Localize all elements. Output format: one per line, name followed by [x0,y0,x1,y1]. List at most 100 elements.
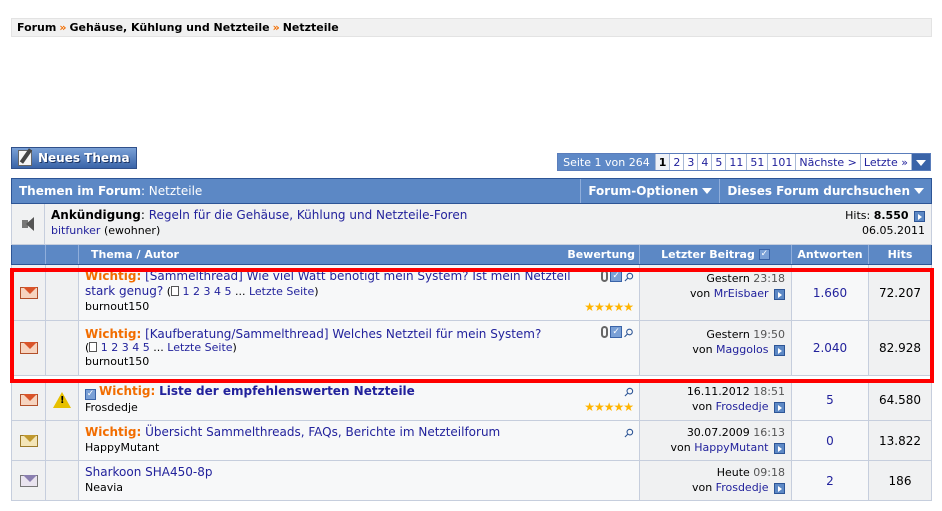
rating-stars: ★★★★★ [584,300,634,314]
last-post-user[interactable]: Frosdedje [716,481,769,494]
column-last-post[interactable]: Letzter Beitrag [661,248,755,261]
breadcrumb: Forum» Gehäuse, Kühlung und Netzteile» Net… [11,18,932,37]
thread-author[interactable]: HappyMutant [85,440,633,455]
thread-author[interactable]: burnout150 [85,299,633,314]
breadcrumb-separator: » [59,21,67,34]
thread-row: Wichtig: [Kaufberatung/Sammelthread] Wel… [11,321,932,376]
page-link[interactable]: 3 [683,154,697,170]
chevron-down-icon [914,188,924,194]
last-page-link[interactable]: Letzte » [859,154,911,170]
last-post-time: 16:13 [753,426,785,439]
announcement-author-suffix: (ewohner) [103,224,161,237]
hits-count: 82.928 [879,341,921,355]
hot-thread-icon [19,342,38,354]
rating-stars: ★★★★★ [584,400,634,414]
hot-thread-icon [19,286,38,299]
thread-last-page-link[interactable]: Letzte Seite [167,341,232,354]
thread-title-link[interactable]: [Kaufberatung/Sammelthread] Welches Netz… [145,327,541,341]
thread-table: Themen im Forum: Netzteile Forum-Optione… [11,178,932,501]
forum-header: Themen im Forum: Netzteile Forum-Optione… [11,178,932,204]
thread-row: Sharkoon SHA450-8p Neavia Heute 09:18 vo… [11,461,932,501]
last-post-day: 16.11.2012 [686,385,750,398]
column-rating[interactable]: Bewertung [567,248,635,261]
thread-last-page-link[interactable]: Letzte Seite [249,285,314,298]
replies-count[interactable]: 5 [826,393,834,407]
thread-author[interactable]: Neavia [85,480,633,495]
last-post-user[interactable]: HappyMutant [694,441,768,454]
column-replies[interactable]: Antworten [797,248,862,261]
announcement-date: 06.05.2011 [862,224,925,237]
sticky-prefix: Wichtig: [99,384,156,398]
attachment-icon [601,326,609,338]
breadcrumb-forum[interactable]: Forum [17,21,56,34]
multipage-icon [89,342,98,352]
thread-row: Wichtig: Übersicht Sammelthreads, FAQs, … [11,421,932,461]
replies-count[interactable]: 0 [826,434,834,448]
thread-author[interactable]: Frosdedje [85,400,633,415]
column-headers: Thema / Autor Bewertung Letzter Beitrag ✓… [11,245,932,265]
page-count-label: Seite 1 von 264 [558,154,655,170]
last-post-day: Heute [716,466,750,479]
replies-count[interactable]: 2.040 [813,341,847,355]
pagination: Seite 1 von 264 1 2 3 4 5 11 51 101 Näch… [557,153,931,171]
thread-title-link[interactable]: Übersicht Sammelthreads, FAQs, Berichte … [145,425,500,439]
page-link[interactable]: 101 [767,154,795,170]
megaphone-icon [20,216,36,232]
pager-dropdown-icon[interactable] [911,154,930,170]
thread-page-links[interactable]: 1 2 3 4 5 [183,285,232,298]
sticky-prefix: Wichtig: [85,269,142,283]
sort-check-icon[interactable]: ✓ [758,249,770,260]
hot-thread-icon [19,394,38,406]
last-post-user[interactable]: Frosdedje [716,400,769,413]
go-to-last-post-icon[interactable] [774,401,785,413]
go-to-last-post-icon[interactable] [774,442,785,454]
column-hits[interactable]: Hits [888,248,913,261]
page-link[interactable]: 2 [669,154,683,170]
thread-author[interactable]: burnout150 [85,355,633,369]
envelope-icon [19,474,38,487]
page-link[interactable]: 51 [746,154,767,170]
chevron-down-icon [702,188,713,194]
multipage-icon [171,286,180,296]
last-post-day: 30.07.2009 [686,426,750,439]
announcement-author[interactable]: bitfunker [51,224,100,237]
breadcrumb-current: Netzteile [282,21,339,34]
announcement-link[interactable]: Regeln für die Gehäuse, Kühlung und Netz… [149,208,468,222]
thread-title-link[interactable]: Liste der empfehlenswerten Netzteile [159,384,415,398]
warning-icon: ! [53,392,71,408]
page-link[interactable]: 4 [697,154,711,170]
hits-label: Hits: [845,209,871,222]
thread-row: ! ✓ Wichtig: Liste der empfehlenswerten N… [11,380,932,421]
page-link-current: 1 [654,154,670,170]
thread-page-links[interactable]: 1 2 3 4 5 [101,341,150,354]
go-to-last-post-icon[interactable] [774,482,785,494]
forum-search-menu[interactable]: Dieses Forum durchsuchen [719,179,931,203]
breadcrumb-separator: » [272,21,280,34]
locked-thread-icon [19,434,38,447]
thread-title-link[interactable]: Sharkoon SHA450-8p [85,465,212,479]
forum-options-menu[interactable]: Forum-Optionen [580,179,719,203]
go-to-last-post-icon[interactable] [774,288,785,300]
go-to-announcement-icon[interactable] [914,210,925,222]
thread-title-link[interactable]: [Sammelthread] Wie viel Watt benötigt me… [85,269,571,298]
go-to-last-post-icon[interactable] [774,344,785,356]
next-page-link[interactable]: Nächste > [795,154,860,170]
last-post-day: Gestern [706,328,750,341]
replies-count[interactable]: 1.660 [813,286,847,300]
last-post-time: 09:18 [753,466,785,479]
last-post-user[interactable]: Maggolos [716,343,768,356]
announcement-row: Ankündigung: Regeln für die Gehäuse, Küh… [11,204,932,245]
pin-icon: ⚲ [620,324,637,342]
hits-count: 13.822 [879,433,921,448]
last-post-user[interactable]: MrEisbaer [714,287,769,300]
page-link[interactable]: 5 [711,154,725,170]
replies-count[interactable]: 2 [826,474,834,488]
sticky-prefix: Wichtig: [85,327,142,341]
last-post-day: Gestern [706,272,750,285]
new-thread-button[interactable]: Neues Thema [11,147,137,169]
page-link[interactable]: 11 [725,154,746,170]
last-post-time: 19:50 [753,328,785,341]
forum-title: Themen im Forum: Netzteile [19,184,203,198]
column-topic[interactable]: Thema / Autor [91,248,179,261]
breadcrumb-category[interactable]: Gehäuse, Kühlung und Netzteile [69,21,269,34]
